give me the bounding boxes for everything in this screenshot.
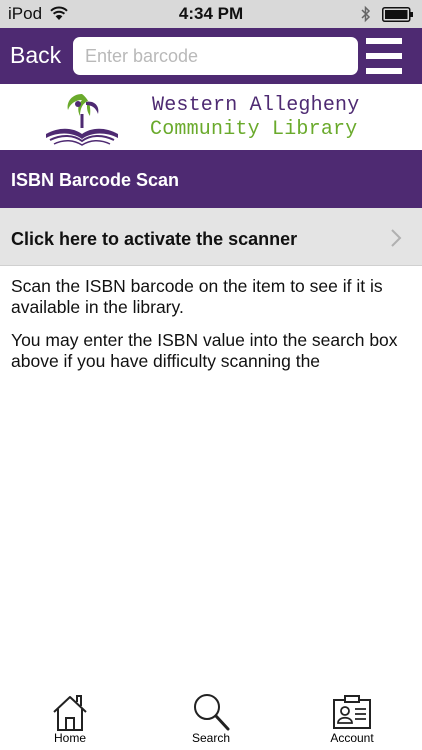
- chevron-right-icon: [391, 229, 402, 247]
- status-bar: iPod 4:34 PM: [0, 0, 422, 28]
- tab-search[interactable]: Search: [161, 688, 261, 750]
- tab-home[interactable]: Home: [20, 688, 120, 750]
- home-icon: [53, 695, 87, 731]
- hamburger-menu-icon[interactable]: [366, 37, 402, 75]
- status-time: 4:34 PM: [178, 4, 244, 23]
- bluetooth-icon: [361, 5, 371, 23]
- instruction-paragraph: You may enter the ISBN value into the se…: [11, 330, 398, 371]
- page-title-bar: ISBN Barcode Scan: [0, 150, 422, 208]
- library-logo-icon: [46, 94, 118, 146]
- page-title: ISBN Barcode Scan: [11, 170, 180, 190]
- activate-scanner-button[interactable]: Click here to activate the scanner: [0, 208, 422, 266]
- app-header: Back: [0, 28, 422, 84]
- search-icon: [194, 694, 230, 731]
- tab-account-label: Account: [330, 731, 374, 745]
- instructions-content: Scan the ISBN barcode on the item to see…: [11, 276, 411, 384]
- account-card-icon: [333, 695, 371, 729]
- tab-account[interactable]: Account: [302, 688, 402, 750]
- tab-search-label: Search: [191, 731, 231, 745]
- back-button[interactable]: Back: [10, 42, 61, 69]
- barcode-search-input[interactable]: [73, 37, 358, 75]
- tab-bar: Home Search Account: [0, 688, 422, 750]
- library-name-line2: Community Library: [150, 118, 358, 141]
- library-name-line1: Western Allegheny: [152, 94, 360, 117]
- logo-banner: Western Allegheny Community Library: [0, 84, 422, 150]
- activate-scanner-label: Click here to activate the scanner: [11, 229, 298, 249]
- tab-home-label: Home: [53, 731, 86, 745]
- instruction-paragraph: Scan the ISBN barcode on the item to see…: [11, 276, 383, 317]
- battery-icon: [382, 7, 413, 22]
